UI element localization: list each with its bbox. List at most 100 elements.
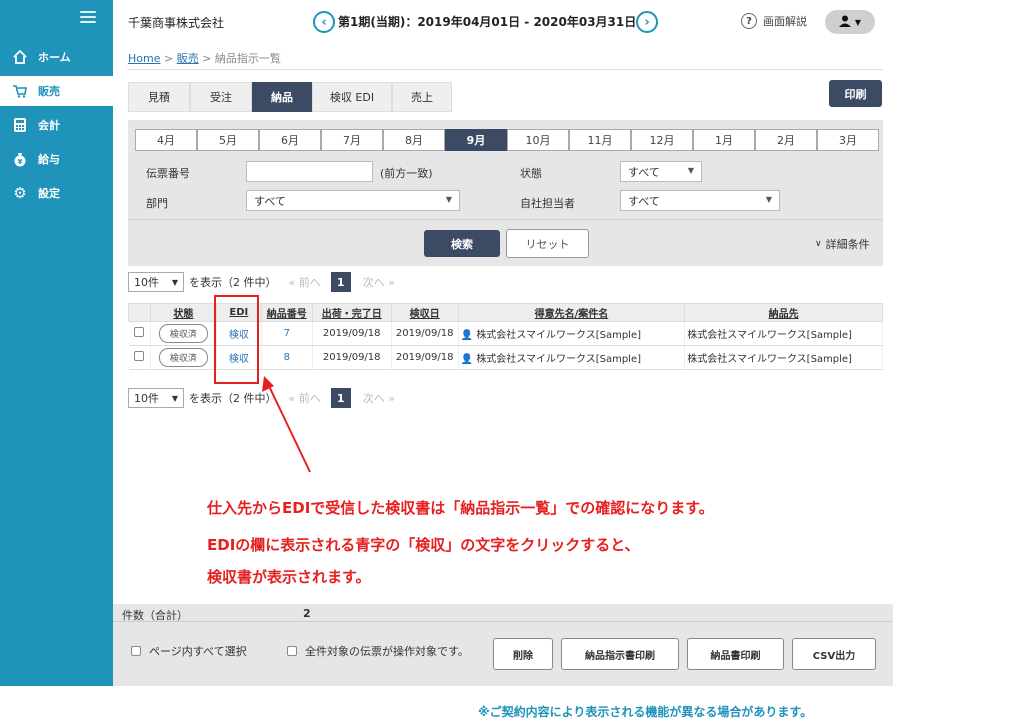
divider xyxy=(128,69,883,70)
breadcrumb-sales[interactable]: 販売 xyxy=(177,52,199,65)
per-page-select[interactable]: 10件 ▼ xyxy=(128,272,184,292)
print-delivery-instruction-button[interactable]: 納品指示書印刷 xyxy=(561,638,679,670)
user-icon xyxy=(838,15,851,30)
reset-button[interactable]: リセット xyxy=(506,229,589,258)
sidebar-item-label: 給与 xyxy=(38,153,60,166)
delivery-number-link[interactable]: 8 xyxy=(284,352,290,363)
month-tab[interactable]: 4月 xyxy=(135,129,197,151)
help-link[interactable]: ? 画面解説 xyxy=(741,13,807,29)
advanced-conditions-toggle[interactable]: ∨ 詳細条件 xyxy=(815,236,870,252)
col-header[interactable]: 得意先名/案件名 xyxy=(457,303,686,322)
select-page-checkbox[interactable] xyxy=(131,646,141,656)
staff-select-value: すべて xyxy=(628,194,660,208)
current-page[interactable]: 1 xyxy=(330,388,351,408)
disclaimer-note: ※ご契約内容により表示される機能が異なる場合があります。 xyxy=(478,705,813,719)
status-label: 状態 xyxy=(520,167,542,180)
caret-down-icon: ▼ xyxy=(171,277,178,287)
department-select-value: すべて xyxy=(254,194,286,208)
col-header[interactable]: 出荷・完了日 xyxy=(311,303,392,322)
period-label: 第1期(当期)：2019年04月01日 - 2020年03月31日 xyxy=(338,15,637,29)
tab-estimate[interactable]: 見積 xyxy=(128,82,190,112)
person-icon: 👤 xyxy=(460,354,474,365)
select-all-checkbox[interactable] xyxy=(287,646,297,656)
month-tab[interactable]: 5月 xyxy=(197,129,259,151)
row-checkbox[interactable] xyxy=(134,351,145,361)
month-tab[interactable]: 11月 xyxy=(569,129,631,151)
menu-icon[interactable] xyxy=(80,11,96,23)
per-page-select[interactable]: 10件 ▼ xyxy=(128,388,184,408)
delivery-destination: 株式会社スマイルワークス[Sample] xyxy=(684,321,883,346)
ship-date: 2019/09/18 xyxy=(312,345,392,370)
count-value: 2 xyxy=(303,607,311,620)
slip-number-input[interactable] xyxy=(246,161,373,182)
sidebar-item-accounting[interactable]: 会計 xyxy=(0,110,113,140)
home-icon xyxy=(12,49,28,65)
month-tab[interactable]: 3月 xyxy=(817,129,879,151)
status-badge[interactable]: 検収済 xyxy=(158,348,208,367)
status-select-value: すべて xyxy=(628,165,660,179)
ship-date: 2019/09/18 xyxy=(312,321,392,346)
sidebar-item-sales[interactable]: 販売 xyxy=(0,76,113,106)
money-bag-icon: ¥ xyxy=(12,151,28,167)
sidebar-item-label: 設定 xyxy=(38,187,60,200)
slip-number-label: 伝票番号 xyxy=(146,167,190,180)
delete-button[interactable]: 削除 xyxy=(493,638,553,670)
status-badge[interactable]: 検収済 xyxy=(158,324,208,343)
delivery-destination: 株式会社スマイルワークス[Sample] xyxy=(684,345,883,370)
breadcrumb: Home > 販売 > 納品指示一覧 xyxy=(128,52,281,65)
col-header[interactable]: 検収日 xyxy=(390,303,459,322)
tab-order[interactable]: 受注 xyxy=(190,82,252,112)
print-button[interactable]: 印刷 xyxy=(829,80,882,107)
next-page-link[interactable]: 次へ » xyxy=(363,274,395,290)
next-page-link[interactable]: 次へ » xyxy=(363,390,395,406)
current-page[interactable]: 1 xyxy=(330,272,351,292)
staff-label: 自社担当者 xyxy=(520,197,575,210)
search-button[interactable]: 検索 xyxy=(424,230,500,257)
month-tab[interactable]: 7月 xyxy=(321,129,383,151)
next-period-button[interactable]: › xyxy=(636,11,658,33)
person-icon: 👤 xyxy=(460,330,474,341)
month-tab[interactable]: 6月 xyxy=(259,129,321,151)
annotation-line-2: EDIの欄に表示される青字の「検収」の文字をクリックすると、 xyxy=(207,536,640,554)
staff-select[interactable]: すべて ▼ xyxy=(620,190,780,211)
company-name: 千葉商事株式会社 xyxy=(128,16,225,30)
tab-inspection-edi[interactable]: 検収 EDI xyxy=(312,82,392,112)
col-header[interactable]: 納品先 xyxy=(684,303,883,322)
department-select[interactable]: すべて ▼ xyxy=(246,190,460,211)
row-checkbox[interactable] xyxy=(134,327,145,337)
month-tab[interactable]: 1月 xyxy=(693,129,755,151)
sidebar-item-label: ホーム xyxy=(38,51,71,64)
select-all-option[interactable]: 全件対象の伝票が操作対象です。 xyxy=(287,643,469,659)
month-tab[interactable]: 2月 xyxy=(755,129,817,151)
month-tab[interactable]: 12月 xyxy=(631,129,693,151)
status-select[interactable]: すべて ▼ xyxy=(620,161,702,182)
chevron-right-icon: › xyxy=(644,14,650,30)
sidebar-item-label: 会計 xyxy=(38,119,60,132)
breadcrumb-home[interactable]: Home xyxy=(128,52,160,65)
annotation-line-3: 検収書が表示されます。 xyxy=(207,568,371,586)
caret-down-icon: ▼ xyxy=(171,393,178,403)
prev-period-button[interactable]: ‹ xyxy=(313,11,335,33)
delivery-number-link[interactable]: 7 xyxy=(284,328,290,339)
advanced-conditions-label: 詳細条件 xyxy=(825,238,870,251)
month-tab-active[interactable]: 9月 xyxy=(445,129,507,151)
tab-delivery[interactable]: 納品 xyxy=(252,82,312,112)
sidebar-item-payroll[interactable]: ¥ 給与 xyxy=(0,144,113,174)
user-menu-button[interactable]: ▼ xyxy=(825,10,875,34)
csv-export-button[interactable]: CSV出力 xyxy=(792,638,876,670)
caret-down-icon: ▼ xyxy=(445,195,452,204)
col-header[interactable]: 状態 xyxy=(149,303,217,322)
col-header[interactable]: 納品番号 xyxy=(260,303,313,322)
prev-page-link[interactable]: « 前へ xyxy=(289,274,321,290)
select-page-option[interactable]: ページ内すべて選択 xyxy=(131,643,247,659)
sidebar-item-home[interactable]: ホーム xyxy=(0,42,113,72)
question-icon: ? xyxy=(741,13,757,29)
header: 千葉商事株式会社 ‹ 第1期(当期)：2019年04月01日 - 2020年03… xyxy=(113,0,893,44)
print-delivery-slip-button[interactable]: 納品書印刷 xyxy=(687,638,784,670)
sidebar-item-settings[interactable]: ⚙ 設定 xyxy=(0,178,113,208)
tab-sales[interactable]: 売上 xyxy=(392,82,452,112)
divider xyxy=(113,621,893,622)
month-tab[interactable]: 10月 xyxy=(507,129,569,151)
select-all-label: 全件対象の伝票が操作対象です。 xyxy=(305,645,469,658)
month-tab[interactable]: 8月 xyxy=(383,129,445,151)
